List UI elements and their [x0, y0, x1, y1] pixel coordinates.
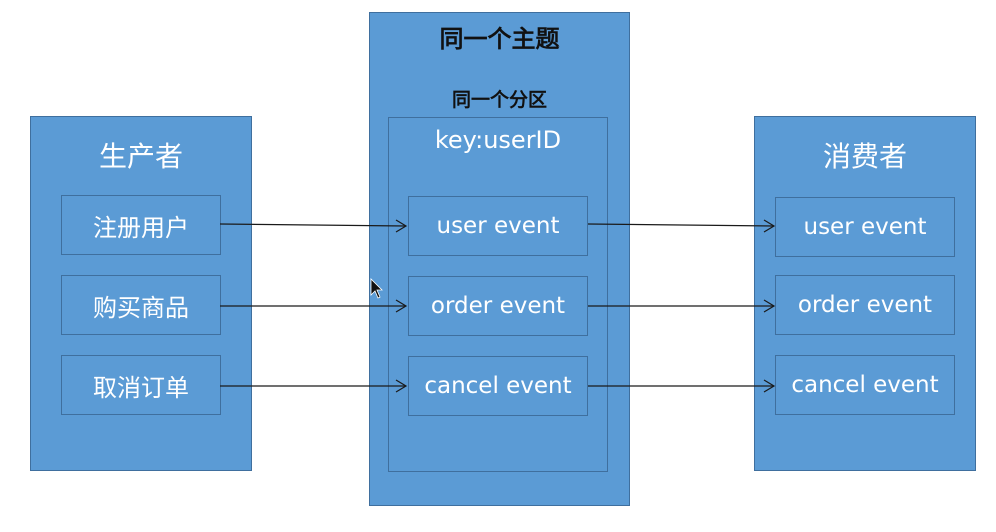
consumer-title: 消费者 [822, 140, 907, 173]
consumer-cancel-event: cancel event [775, 355, 955, 415]
producer-title: 生产者 [98, 140, 183, 173]
partition-key-label: key:userID [434, 126, 562, 154]
consumer-user-event: user event [775, 197, 955, 257]
partition-title: 同一个分区 [451, 89, 547, 111]
topic-title: 同一个主题 [439, 25, 560, 53]
topic-cancel-event: cancel event [408, 356, 588, 416]
topic-user-event: user event [408, 196, 588, 256]
producer-panel: 生产者 注册用户 购买商品 取消订单 [30, 116, 252, 471]
producer-item-register-user: 注册用户 [61, 195, 221, 255]
producer-item-buy-goods: 购买商品 [61, 275, 221, 335]
topic-panel: 同一个主题 同一个分区 key:userID user event order … [369, 12, 630, 506]
partition-box: key:userID user event order event cancel… [388, 117, 608, 472]
topic-order-event: order event [408, 276, 588, 336]
producer-item-cancel-order: 取消订单 [61, 355, 221, 415]
consumer-panel: 消费者 user event order event cancel event [754, 116, 976, 471]
consumer-order-event: order event [775, 275, 955, 335]
